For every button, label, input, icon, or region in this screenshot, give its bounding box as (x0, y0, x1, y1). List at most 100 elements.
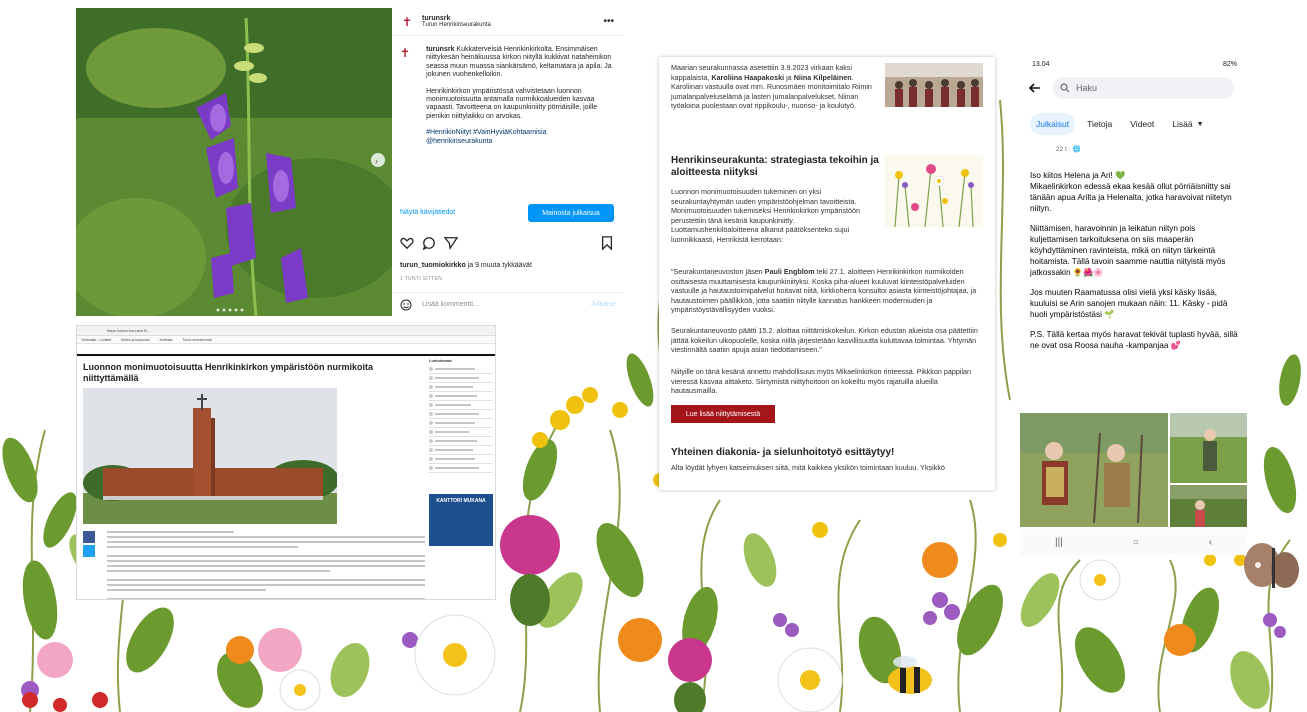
caption-user[interactable]: turunsrk (426, 46, 454, 53)
page-title: Luonnon monimuotoisuutta Henrikinkirkon … (83, 362, 374, 383)
liked-user[interactable]: turun_tuomiokirkko (400, 262, 466, 269)
paragraph-strategy: Luonnon monimuotoisuuden tukeminen on yk… (671, 187, 860, 244)
tab-more-label: Lisää (1172, 119, 1193, 129)
hashtags[interactable]: #HenrikinNiityt #VainHyviäKohtaamisia (426, 129, 546, 136)
bookmark-4[interactable]: Turun seurakunnat (182, 338, 211, 342)
paragraph-appointments: Maarian seurakunnassa asetettiin 3.9.202… (671, 63, 879, 111)
post-text: Iso kiitos Helena ja Ari! 💚 Mikaelinkirko… (1030, 170, 1244, 360)
search-input[interactable]: Haku (1052, 77, 1234, 99)
post-meta: 22 t · 🌐 (1056, 145, 1081, 153)
action-bar (400, 236, 614, 252)
caption-paragraph-2: Henrikinkirkon ympäristössä vahvistetaan… (426, 87, 598, 120)
heart-icon[interactable] (400, 236, 414, 250)
social-share (83, 531, 95, 559)
bellflower-photo: › (76, 8, 392, 316)
sidebar-item[interactable] (429, 419, 493, 428)
post-line-1: Iso kiitos Helena ja Ari! 💚 (1030, 171, 1126, 180)
battery-level: 82% (1222, 61, 1237, 68)
sidebar-item[interactable] (429, 374, 493, 383)
heading-diakonia: Yhteinen diakonia- ja sielunhoitotyö esi… (671, 447, 895, 458)
tab-posts[interactable]: Julkaisut (1030, 113, 1076, 135)
sidebar-item[interactable] (429, 455, 493, 464)
instagram-header: ✝ turunsrk Turun Henrikinseurakunta ••• (392, 8, 624, 36)
tab-videos[interactable]: Videot (1124, 113, 1160, 135)
emoji-icon[interactable] (400, 299, 412, 311)
post-time: 22 t · (1056, 146, 1073, 153)
caption-avatar-icon: ✝ (400, 46, 411, 60)
bookmark-2[interactable]: Kirkko ja kaupunki (121, 338, 149, 342)
back-arrow-icon[interactable] (1028, 81, 1042, 95)
promote-button[interactable]: Mainosta julkaisua (528, 204, 614, 222)
paragraph-text: "Seurakuntaneuvoston jäsen (671, 267, 763, 276)
parish-cross-icon: ✝ (401, 14, 413, 29)
sidebar-item[interactable] (429, 401, 493, 410)
post-paragraph-3: Jos muuten Raamatussa olisi vielä yksi k… (1030, 288, 1228, 319)
sidebar-heading: Luetuimmat (429, 358, 452, 363)
bookmark-3[interactable]: Kotimaa (160, 338, 173, 342)
insights-link[interactable]: Näytä kävijätiedot (400, 209, 455, 216)
sidebar-item[interactable] (429, 383, 493, 392)
ad-text: KANTTORI MUKANA (436, 498, 486, 504)
parish-news-article: Maarian seurakunnassa asetettiin 3.9.202… (659, 57, 995, 490)
ordination-photo (885, 63, 983, 107)
caption: ✝ turunsrk Kukkaterveisiä Henrikinkirkol… (400, 46, 614, 154)
recent-apps-icon[interactable]: ||| (1055, 537, 1063, 548)
site-header-rule (77, 354, 495, 356)
comment-input[interactable]: Lisää kommentti... (422, 301, 479, 308)
twitter-share-icon[interactable] (83, 545, 95, 557)
post-photo-3[interactable] (1170, 485, 1247, 527)
post-photo-2[interactable] (1170, 413, 1247, 483)
comment-icon[interactable] (422, 236, 436, 250)
tab-about[interactable]: Tietoja (1081, 113, 1118, 135)
collage: › ✝ turunsrk Turun Henrikinseurakunta ••… (0, 0, 1307, 712)
search-placeholder: Haku (1076, 83, 1098, 93)
instagram-sidebar: ✝ turunsrk Turun Henrikinseurakunta ••• … (392, 8, 624, 316)
comment-bar: Lisää kommentti... Julkaise (392, 292, 624, 316)
status-time: 13.04 (1032, 61, 1050, 68)
post-line-2: Mikaelinkirkon edessä ekaa kesää ollut p… (1030, 182, 1232, 213)
paragraph-diakonia: Alta löydät lyhyen katseimuksen siitä, m… (671, 463, 945, 472)
bookmarks-bar: Yleisradio – Uutiset Kirkko ja kaupunki … (77, 336, 495, 344)
globe-icon: 🌐 (1072, 146, 1081, 153)
status-bar: 13.04 82% (1032, 61, 1237, 68)
post-paragraph-2: Niittämisen, haravoinnin ja leikatun nii… (1030, 224, 1226, 277)
sidebar-item[interactable] (429, 410, 493, 419)
tab-more[interactable]: Lisää ▼ (1166, 113, 1209, 135)
chevron-down-icon: ▼ (1196, 120, 1204, 128)
sidebar-ad[interactable]: KANTTORI MUKANA (429, 494, 493, 546)
sidebar-item[interactable] (429, 365, 493, 374)
address-bar[interactable]: https://www.turunsrk.fi/... (77, 326, 495, 336)
caption-paragraph-1: Kukkaterveisiä Henrikinkirkolta. Ensimmä… (426, 46, 612, 79)
read-more-button[interactable]: Lue lisää niittytämisestä (671, 405, 775, 423)
back-icon[interactable]: ‹ (1209, 537, 1212, 548)
facebook-share-icon[interactable] (83, 531, 95, 543)
person-name: Pauli Engblom (764, 267, 815, 276)
sidebar-item[interactable] (429, 392, 493, 401)
liked-rest: ja 9 muuta tykkäävät (467, 262, 532, 269)
sidebar-item[interactable] (429, 446, 493, 455)
most-read-sidebar: Luetuimmat (429, 358, 493, 473)
account-name[interactable]: turunsrk (422, 15, 491, 22)
bookmark-1[interactable]: Yleisradio – Uutiset (81, 338, 111, 342)
account-subtitle: Turun Henrikinseurakunta (422, 22, 491, 28)
paragraph-other-meadows: Niityille on tänä kesänä annettu mahdoll… (671, 367, 972, 396)
share-icon[interactable] (444, 236, 458, 250)
facebook-phone-screenshot: 13.04 82% Haku Julkaisut Tietoja Videot … (1020, 55, 1247, 555)
meadow-illustration-thumb (885, 155, 983, 227)
sidebar-item[interactable] (429, 464, 493, 473)
paragraph-decision: Seurakuntaneuvosto päätti 15.2. aloittaa… (671, 326, 978, 355)
search-icon (1060, 83, 1070, 93)
home-icon[interactable]: ○ (1133, 537, 1139, 548)
mention[interactable]: @henrikinseurakunta (426, 138, 492, 145)
instagram-post: › ✝ turunsrk Turun Henrikinseurakunta ••… (76, 8, 624, 316)
sidebar-item[interactable] (429, 437, 493, 446)
profile-tabs: Julkaisut Tietoja Videot Lisää ▼ (1030, 113, 1240, 135)
post-comment-button[interactable]: Julkaise (591, 301, 616, 308)
paragraph-text: ja (786, 72, 792, 82)
post-photo-main[interactable] (1020, 413, 1168, 527)
article-body-lines (107, 531, 425, 599)
sidebar-item[interactable] (429, 428, 493, 437)
more-icon[interactable]: ••• (603, 16, 614, 27)
post-paragraph-4: P.S. Tällä kertaa myös haravat tekivät t… (1030, 330, 1238, 350)
bookmark-icon[interactable] (600, 236, 614, 250)
